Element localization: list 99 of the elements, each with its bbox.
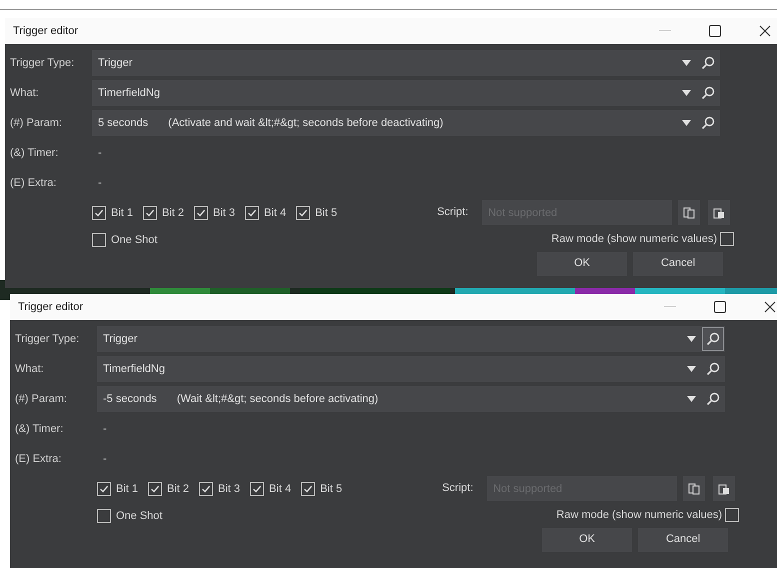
field-description: (Wait &lt;#&gt; seconds before activating) — [176, 392, 378, 407]
copy-button[interactable] — [683, 476, 706, 501]
copy-icon — [688, 482, 700, 494]
checkmark-icon — [145, 208, 156, 218]
maximize-icon[interactable] — [714, 301, 726, 313]
field-label: (E) Extra: — [15, 452, 62, 467]
field-label: (#) Param: — [10, 116, 63, 131]
dropdown-field[interactable]: -5 seconds (Wait &lt;#&gt; seconds before activating) — [97, 386, 725, 412]
checkbox[interactable] — [245, 206, 260, 220]
field-value: - — [102, 452, 107, 467]
maximize-icon[interactable] — [709, 25, 721, 37]
dialog-button[interactable]: OK — [542, 528, 632, 552]
field-value: - — [97, 146, 102, 161]
field-value: TimerfieldNg — [98, 86, 160, 101]
checkbox-label: Bit 4 — [264, 206, 286, 221]
checkbox-label: One Shot — [111, 232, 158, 248]
checkbox[interactable] — [720, 232, 734, 246]
script-label: Script: — [442, 481, 474, 496]
dropdown-field[interactable]: Trigger — [92, 50, 720, 76]
checkbox-label: Bit 2 — [162, 206, 184, 221]
paste-button[interactable] — [708, 200, 730, 225]
search-icon — [701, 116, 715, 130]
checkbox[interactable] — [725, 508, 740, 522]
field-label: What: — [10, 86, 40, 101]
checkmark-icon — [303, 484, 314, 494]
checkbox[interactable] — [250, 482, 264, 496]
field-label: What: — [15, 362, 45, 377]
checkbox-label: One Shot — [116, 508, 162, 524]
checkbox-label: Bit 4 — [269, 482, 292, 497]
field-label: (&) Timer: — [10, 146, 60, 161]
field-value: TimerfieldNg — [103, 362, 165, 377]
search-icon — [706, 362, 720, 376]
window-title: Trigger editor — [13, 24, 78, 39]
script-label: Script: — [437, 205, 470, 220]
window-title: Trigger editor — [18, 300, 84, 315]
field-label: (#) Param: — [15, 392, 68, 407]
paste-icon — [718, 482, 730, 494]
checkbox[interactable] — [97, 508, 111, 523]
checkbox-label: Raw mode (show numeric values) — [551, 232, 718, 247]
field-label: (&) Timer: — [15, 422, 64, 437]
checkmark-icon — [247, 208, 258, 218]
dropdown-arrow-icon[interactable] — [687, 336, 696, 342]
dropdown-field[interactable]: Trigger — [97, 326, 725, 352]
dialog-button[interactable]: OK — [537, 252, 628, 276]
checkbox-label: Bit 5 — [315, 206, 338, 221]
checkbox[interactable] — [194, 206, 208, 220]
search-button[interactable] — [702, 327, 724, 351]
checkmark-icon — [196, 208, 206, 218]
checkbox-label: Raw mode (show numeric values) — [556, 508, 722, 523]
dropdown-field[interactable]: TimerfieldNg — [97, 356, 725, 382]
checkbox-label: Bit 1 — [111, 206, 134, 221]
dialog-button[interactable]: Cancel — [638, 528, 728, 552]
checkbox[interactable] — [97, 482, 111, 496]
search-icon — [701, 86, 715, 100]
checkmark-icon — [298, 208, 308, 218]
dropdown-arrow-icon[interactable] — [682, 60, 691, 66]
search-icon — [706, 332, 720, 346]
checkbox-label: Bit 3 — [218, 482, 240, 497]
copy-button[interactable] — [678, 200, 700, 225]
checkbox[interactable] — [92, 206, 106, 220]
close-icon[interactable] — [764, 301, 776, 313]
checkmark-icon — [99, 484, 109, 494]
checkmark-icon — [201, 484, 212, 494]
field-value: - — [97, 176, 102, 191]
checkmark-icon — [94, 208, 104, 218]
checkbox-label: Bit 2 — [167, 482, 190, 497]
close-icon[interactable] — [759, 25, 771, 37]
checkbox[interactable] — [143, 206, 158, 220]
checkbox[interactable] — [199, 482, 214, 496]
checkmark-icon — [252, 484, 262, 494]
checkbox[interactable] — [148, 482, 162, 496]
copy-icon — [683, 206, 696, 218]
field-value: - — [102, 422, 107, 437]
field-description: (Activate and wait &lt;#&gt; seconds before deactivating) — [168, 116, 444, 131]
dropdown-arrow-icon[interactable] — [687, 366, 696, 372]
checkbox-label: Bit 3 — [213, 206, 236, 221]
search-icon — [701, 56, 715, 70]
checkbox-label: Bit 5 — [320, 482, 342, 497]
field-value: 5 seconds — [98, 116, 148, 131]
field-label: (E) Extra: — [10, 176, 58, 191]
checkbox-label: Bit 1 — [116, 482, 138, 497]
paste-icon — [713, 206, 726, 218]
dropdown-arrow-icon[interactable] — [682, 90, 691, 96]
field-value: -5 seconds — [103, 392, 157, 407]
dropdown-arrow-icon[interactable] — [687, 396, 696, 402]
field-label: Trigger Type: — [15, 332, 80, 347]
dropdown-field[interactable]: TimerfieldNg — [92, 80, 720, 106]
paste-button[interactable] — [713, 476, 736, 501]
dropdown-arrow-icon[interactable] — [682, 120, 691, 126]
checkbox[interactable] — [301, 482, 316, 496]
dialog-button[interactable]: Cancel — [633, 252, 724, 276]
checkmark-icon — [150, 484, 160, 494]
dropdown-field[interactable]: 5 seconds (Activate and wait &lt;#&gt; seconds before deactivating) — [92, 110, 720, 136]
search-icon — [706, 392, 720, 406]
checkbox[interactable] — [92, 232, 106, 247]
field-value: Trigger — [103, 332, 138, 347]
field-value: Trigger — [98, 56, 132, 71]
checkbox[interactable] — [296, 206, 310, 220]
field-label: Trigger Type: — [10, 56, 76, 71]
